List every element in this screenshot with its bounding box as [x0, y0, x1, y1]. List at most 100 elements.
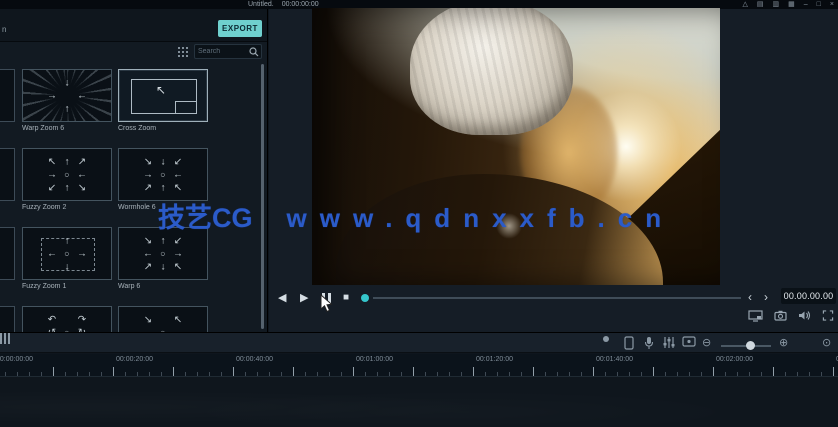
video-editor-window: Untitled. 00:00:00:00 △ ▤ ▥ ▦ – □ × n EX…	[0, 0, 838, 427]
audio-mixer-icon[interactable]	[663, 336, 675, 349]
video-preview[interactable]	[312, 8, 720, 285]
ruler-timecode-label: 00:00:00:00	[0, 356, 33, 363]
ruler-major-tick	[413, 367, 414, 376]
ruler-major-tick	[653, 367, 654, 376]
search-box	[194, 44, 262, 59]
transition-label: Cross Zoom	[118, 125, 208, 132]
display-options-row	[748, 310, 834, 322]
zoom-in-icon[interactable]: ⊕	[779, 336, 788, 349]
transition-thumb-fuzzy-zoom-1[interactable]: ↑←○→↓	[22, 227, 112, 280]
close-button[interactable]: ×	[830, 0, 834, 9]
microphone-icon[interactable]	[644, 336, 654, 350]
zoom-slider-handle[interactable]	[746, 341, 755, 350]
search-icon[interactable]	[249, 47, 259, 57]
ruler-major-tick	[833, 367, 834, 376]
next-edit-point-button[interactable]: ›	[764, 290, 768, 304]
transition-glyph-icon: ↑←○→↓	[45, 234, 90, 273]
ruler-major-tick	[53, 367, 54, 376]
transition-label: Warp 6	[118, 283, 208, 290]
ruler-major-tick	[713, 367, 714, 376]
seekbar-track[interactable]	[373, 297, 741, 299]
ruler-major-tick	[593, 367, 594, 376]
transition-cell: ↑←○→↓ Fuzzy Zoom 1	[22, 227, 112, 290]
fit-timeline-icon[interactable]: ⊙	[822, 336, 831, 349]
layout-mode-b-icon[interactable]: ▥	[773, 0, 780, 9]
maximize-button[interactable]: □	[817, 0, 821, 9]
ruler-timecode-label: 00:01:40:00	[596, 356, 633, 363]
cross-zoom-arrow-icon: ↖	[156, 83, 166, 97]
transition-thumb-clipped[interactable]	[0, 306, 15, 332]
ruler-timecode-label: 00:00:40:00	[236, 356, 273, 363]
ruler-major-tick	[533, 367, 534, 376]
grid-view-icon[interactable]	[177, 46, 188, 57]
stop-button[interactable]: ■	[343, 291, 349, 305]
marker-dot-icon[interactable]	[603, 336, 609, 342]
transition-thumb-fuzzy-zoom-2[interactable]: ↖↑↗→○←↙↑↘	[22, 148, 112, 201]
transition-thumb-cross-zoom[interactable]: ↖	[118, 69, 208, 122]
export-button[interactable]: EXPORT	[218, 20, 262, 37]
search-input[interactable]	[195, 48, 249, 55]
timeline-toolbar: ⊖ ⊕ ⊙	[0, 332, 838, 353]
zoom-out-icon[interactable]: ⊖	[702, 336, 711, 349]
ruler-timecode-label: 00:01:20:00	[476, 356, 513, 363]
previous-frame-button[interactable]: ◀	[278, 291, 286, 305]
minimize-button[interactable]: –	[804, 0, 808, 9]
transition-thumb-clipped[interactable]	[0, 227, 15, 280]
transitions-panel: n EXPORT ↓→←↑ Warp Zoom 6 ↖ Cross Zoom ↖↑↗→○…	[0, 9, 268, 332]
transition-cell: ↘↑↙←○→↗↓↖ Warp 6	[118, 227, 208, 290]
search-row	[0, 42, 267, 62]
transition-thumb-clipped[interactable]	[0, 69, 15, 122]
transition-glyph-icon: ↓→←↑	[45, 76, 90, 115]
second-monitor-icon[interactable]	[748, 310, 763, 322]
ruler-timecode-label: 00:01:00:00	[356, 356, 393, 363]
transition-thumb-clipped[interactable]	[0, 148, 15, 201]
panel-header: n EXPORT	[0, 9, 267, 42]
timeline-ruler[interactable]: 00:00:00:0000:00:20:0000:00:40:0000:01:0…	[0, 354, 838, 376]
previous-edit-point-button[interactable]: ‹	[748, 290, 752, 304]
ruler-major-tick	[173, 367, 174, 376]
clipped-tab-label: n	[2, 25, 6, 34]
snapshot-camera-icon[interactable]	[774, 310, 787, 321]
account-icon[interactable]: △	[743, 0, 748, 9]
screen-record-icon[interactable]	[624, 336, 634, 350]
ruler-major-tick	[113, 367, 114, 376]
watermark-brand: 技艺CG	[158, 203, 253, 233]
transition-glyph-icon: ↘↑↙←○→↗↓↖	[141, 234, 186, 273]
add-marker-icon[interactable]	[682, 336, 696, 347]
layout-mode-a-icon[interactable]: ▤	[757, 0, 764, 9]
transition-label: Fuzzy Zoom 1	[22, 283, 112, 290]
ruler-major-tick	[353, 367, 354, 376]
cross-zoom-frame: ↖	[131, 79, 197, 114]
timecode-display: 00.00.00.00	[781, 288, 836, 304]
zoom-to-fit-icon[interactable]	[0, 333, 12, 344]
transition-cell: ↶↷↺○↻	[22, 306, 112, 332]
transition-label: Fuzzy Zoom 2	[22, 204, 112, 211]
transition-thumb-partial[interactable]: ↘↖→○←	[118, 306, 208, 332]
transition-glyph-icon: ↖↑↗→○←↙↑↘	[45, 155, 90, 194]
playback-controls: ◀ ▶ ■ ‹ › 00.00.00.00	[269, 288, 838, 310]
transition-glyph-icon: ↶↷↺○↻	[45, 313, 90, 332]
ruler-major-tick	[293, 367, 294, 376]
watermark-url: www.qdnxxfb.cn	[287, 203, 675, 233]
timeline-tracks[interactable]	[0, 376, 838, 427]
transition-thumb-warp-zoom-6[interactable]: ↓→←↑	[22, 69, 112, 122]
ruler-major-tick	[473, 367, 474, 376]
preview-panel: ◀ ▶ ■ ‹ › 00.00.00.00	[269, 9, 838, 332]
ruler-major-tick	[773, 367, 774, 376]
pause-button[interactable]	[322, 293, 331, 304]
watermark-overlay: 技艺CG www.qdnxxfb.cn	[158, 196, 674, 235]
play-button[interactable]: ▶	[300, 291, 308, 305]
ruler-major-tick	[233, 367, 234, 376]
fullscreen-icon[interactable]	[822, 310, 834, 321]
seekbar-playhead[interactable]	[361, 294, 369, 302]
transition-cell: ↖ Cross Zoom	[118, 69, 208, 132]
cross-zoom-corner	[175, 101, 197, 114]
transition-thumb-wormhole-6[interactable]: ↘↓↙→○←↗↑↖	[118, 148, 208, 201]
ruler-timecode-label: 00:02:00:00	[716, 356, 753, 363]
transition-label: Warp Zoom 6	[22, 125, 112, 132]
transition-thumb-partial[interactable]: ↶↷↺○↻	[22, 306, 112, 332]
volume-icon[interactable]	[798, 310, 811, 321]
transition-cell: ↖↑↗→○←↙↑↘ Fuzzy Zoom 2	[22, 148, 112, 211]
transition-cell: ↓→←↑ Warp Zoom 6	[22, 69, 112, 132]
layout-mode-c-icon[interactable]: ▦	[788, 0, 795, 9]
